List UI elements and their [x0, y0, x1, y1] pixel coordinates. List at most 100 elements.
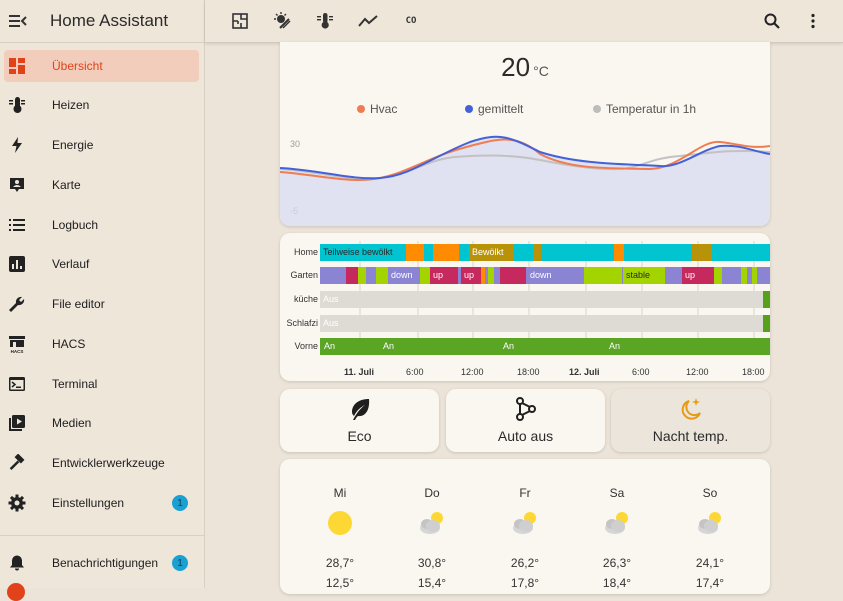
forecast-day: Sa 26,3° 18,4°: [587, 459, 647, 590]
temperature-unit: °C: [533, 63, 549, 79]
sidebar-item-label: HACS: [52, 337, 86, 351]
trend-line-icon: [358, 15, 378, 27]
partly-cloudy-icon: [420, 512, 443, 534]
tab-heating[interactable]: [312, 8, 338, 34]
sidebar-item-logbuch[interactable]: Logbuch: [4, 209, 199, 241]
forecast-day-name: So: [702, 486, 718, 500]
auto-aus-button[interactable]: Auto aus: [446, 389, 605, 452]
legend-temperatur-1h[interactable]: Temperatur in 1h: [593, 102, 696, 116]
sidebar-item-notifications[interactable]: Benachrichtigungen 1: [4, 547, 199, 579]
more-options-button[interactable]: [800, 8, 826, 34]
settings-badge: 1: [172, 495, 188, 511]
legend-hvac[interactable]: Hvac: [357, 102, 397, 116]
sidebar-header: Home Assistant: [0, 0, 204, 43]
sidebar-item-einstellungen[interactable]: Einstellungen 1: [4, 487, 199, 519]
sidebar-divider: [0, 535, 204, 536]
segment-text: An: [324, 341, 336, 351]
sidebar-item-entwicklerwerkzeuge[interactable]: Entwicklerwerkzeuge: [4, 447, 199, 479]
segment-text: Teilweise bewölkt: [323, 247, 393, 257]
timeline-label: Vorne: [294, 341, 318, 351]
weather-forecast-card[interactable]: Mi 28,7° 12,5° Do 30,8° 15,4° Fr 26,2° 1…: [280, 459, 770, 594]
legend-dot: [357, 105, 365, 113]
forecast-day-name: Fr: [519, 486, 531, 500]
sidebar-item-energie[interactable]: Energie: [4, 129, 199, 161]
sidebar-item-karte[interactable]: Karte: [4, 169, 199, 201]
chart-box-icon: [6, 253, 28, 275]
play-box-icon: [6, 412, 28, 434]
timeline-label: küche: [293, 294, 318, 304]
tab-co-label: CO: [405, 16, 417, 26]
thermometer-lines-icon: [317, 13, 333, 29]
timeline-axis-label: 11. Juli: [344, 367, 375, 377]
forecast-day-name: Do: [424, 486, 440, 500]
floorplan-icon: [232, 13, 248, 29]
forecast-high: 26,3°: [602, 556, 632, 570]
timeline-card[interactable]: Home Garten küche Schlafzi Vorne Teilwei…: [280, 233, 770, 381]
timeline-label: Home: [293, 247, 318, 257]
tab-weather[interactable]: [270, 8, 296, 34]
legend-gemittelt[interactable]: gemittelt: [465, 102, 523, 116]
sidebar-item-verlauf[interactable]: Verlauf: [4, 248, 199, 280]
list-icon: [6, 214, 28, 236]
segment-text: up: [433, 270, 444, 280]
eco-button[interactable]: Eco: [280, 389, 439, 452]
sunny-icon: [328, 511, 352, 535]
sidebar-item-label: Übersicht: [52, 59, 103, 73]
segment-text: Bewölkt: [472, 247, 504, 257]
forecast-day: So 24,1° 17,4°: [680, 459, 740, 590]
sidebar-item-label: Logbuch: [52, 218, 99, 232]
temperature-graph: [280, 135, 770, 226]
segment-text: up: [464, 270, 475, 280]
tab-co[interactable]: CO: [398, 8, 424, 34]
sidebar-item-terminal[interactable]: Terminal: [4, 368, 199, 400]
segment-text: up: [685, 270, 696, 280]
lightning-icon: [6, 134, 28, 156]
forecast-high: 28,7°: [325, 556, 355, 570]
segment-text: Aus: [323, 294, 339, 304]
thermometer-icon: [6, 94, 28, 116]
sidebar-item-heizen[interactable]: Heizen: [4, 89, 199, 121]
segment-text: An: [609, 341, 621, 351]
partly-cloudy-icon: [513, 512, 536, 534]
sidebar-item-label: Einstellungen: [52, 496, 125, 510]
tab-floorplan[interactable]: [227, 8, 253, 34]
timeline-axis-label: 12:00: [461, 367, 484, 377]
console-icon: [6, 373, 28, 395]
sidebar-item-hacs[interactable]: HACS HACS: [4, 328, 199, 360]
menu-toggle-button[interactable]: [3, 6, 33, 36]
segment-text: down: [391, 270, 413, 280]
sidebar-item-file-editor[interactable]: File editor: [4, 288, 199, 320]
timeline-axis-label: 6:00: [406, 367, 424, 377]
nacht-temp-button-label: Nacht temp.: [652, 428, 729, 444]
forecast-day: Fr 26,2° 17,8°: [495, 459, 555, 590]
sidebar-item-medien[interactable]: Medien: [4, 407, 199, 439]
segment-text: down: [530, 270, 552, 280]
sidebar-item-label: Terminal: [52, 377, 98, 391]
sidebar-item-uebersicht[interactable]: Übersicht: [4, 50, 199, 82]
segment-text: An: [383, 341, 395, 351]
nacht-temp-button[interactable]: Nacht temp.: [611, 389, 770, 452]
legend-label: Temperatur in 1h: [606, 102, 697, 116]
sidebar-item-label: File editor: [52, 297, 105, 311]
timeline-label: Schlafzi: [286, 318, 318, 328]
sidebar-item-label: Karte: [52, 178, 81, 192]
timeline-label: Garten: [290, 270, 318, 280]
search-button[interactable]: [759, 8, 785, 34]
temperature-card[interactable]: 20 °C Hvac gemittelt Temperatur in 1h 30 …: [280, 42, 770, 226]
forecast-day-name: Mi: [333, 486, 347, 500]
hammer-icon: [6, 452, 28, 474]
legend-label: gemittelt: [478, 102, 524, 116]
partly-cloudy-icon: [605, 512, 628, 534]
segment-text: Aus: [323, 318, 339, 328]
svg-text:HACS: HACS: [11, 349, 24, 354]
forecast-day-name: Sa: [609, 486, 625, 500]
tab-history[interactable]: [355, 8, 381, 34]
temperature-value: 20 °C: [280, 52, 770, 83]
more-vertical-icon: [811, 13, 815, 29]
wrench-icon: [6, 293, 28, 315]
user-avatar[interactable]: [7, 583, 25, 601]
legend-dot: [593, 105, 601, 113]
sidebar-item-label: Benachrichtigungen: [52, 556, 159, 570]
timeline-row-kueche: [320, 291, 770, 308]
forecast-day: Do 30,8° 15,4°: [402, 459, 462, 590]
